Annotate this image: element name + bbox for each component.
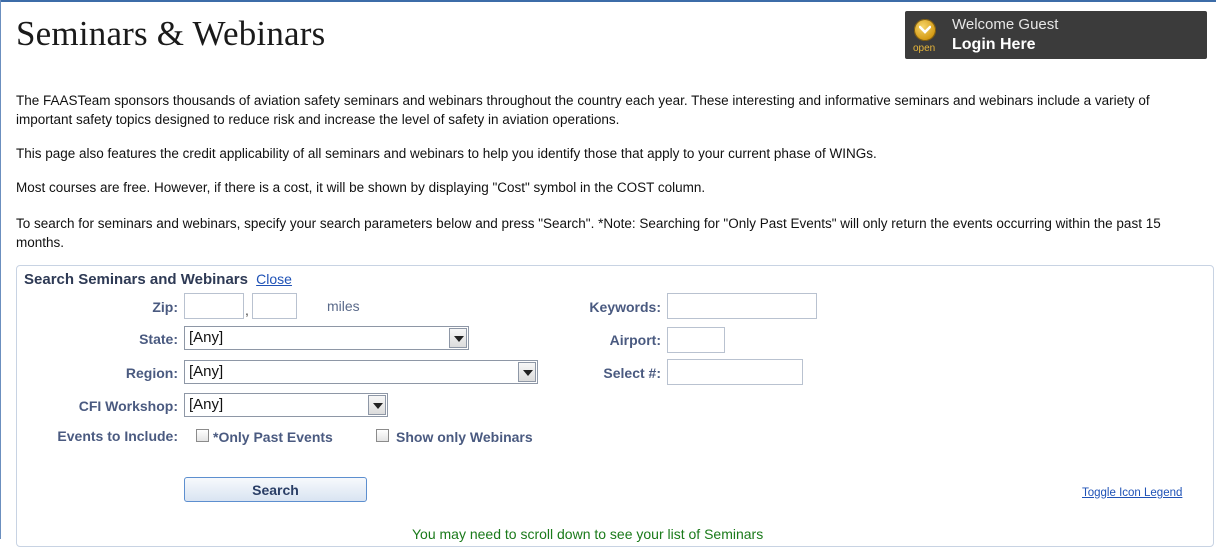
miles-label: miles (327, 298, 360, 314)
region-label: Region: (125, 365, 178, 381)
left-border (0, 0, 1, 539)
search-panel-heading: Search Seminars and Webinars (24, 271, 248, 288)
state-select-value: [Any] (189, 329, 224, 346)
miles-input[interactable] (252, 293, 297, 319)
show-only-webinars-label[interactable]: Show only Webinars (396, 429, 533, 445)
scroll-note: You may need to scroll down to see your … (412, 526, 764, 542)
chevron-down-icon[interactable] (518, 362, 536, 382)
airport-input[interactable] (667, 327, 725, 353)
cfi-workshop-select[interactable]: [Any] (184, 393, 388, 417)
cfi-workshop-select-value: [Any] (189, 396, 224, 413)
cfi-workshop-label: CFI Workshop: (78, 398, 178, 414)
zip-comma: , (245, 302, 249, 318)
only-past-events-label[interactable]: *Only Past Events (213, 429, 333, 445)
show-only-webinars-checkbox[interactable] (376, 429, 389, 442)
select-number-label: Select #: (603, 365, 661, 381)
state-label: State: (139, 331, 178, 347)
intro-paragraph-4: To search for seminars and webinars, spe… (16, 216, 1161, 250)
login-panel[interactable]: open Welcome Guest Login Here (905, 11, 1207, 59)
search-button[interactable]: Search (184, 477, 367, 502)
welcome-text: Welcome Guest (952, 16, 1059, 33)
state-select[interactable]: [Any] (184, 326, 469, 350)
intro-paragraph-2: This page also features the credit appli… (16, 146, 877, 161)
chevron-down-icon[interactable] (368, 395, 386, 415)
toggle-icon-legend-link[interactable]: Toggle Icon Legend (1082, 487, 1182, 499)
keywords-label: Keywords: (589, 299, 661, 315)
page-title: Seminars & Webinars (16, 14, 326, 53)
keywords-input[interactable] (667, 293, 817, 319)
region-select[interactable]: [Any] (184, 360, 538, 384)
events-to-include-label: Events to Include: (57, 428, 178, 444)
zip-label: Zip: (152, 299, 178, 315)
chevron-down-icon[interactable] (449, 328, 467, 348)
intro-paragraph-3: Most courses are free. However, if there… (16, 180, 706, 195)
select-number-input[interactable] (667, 359, 803, 385)
open-chevron-icon[interactable] (914, 19, 936, 41)
login-link[interactable]: Login Here (952, 36, 1036, 54)
intro-paragraph-1: The FAASTeam sponsors thousands of aviat… (16, 93, 1150, 127)
login-icon-caption: open (913, 43, 936, 54)
zip-input[interactable] (184, 293, 244, 319)
only-past-events-checkbox[interactable] (196, 429, 209, 442)
search-panel-title: Search Seminars and Webinars Close (24, 271, 292, 288)
close-link[interactable]: Close (256, 271, 292, 287)
region-select-value: [Any] (189, 363, 224, 380)
airport-label: Airport: (609, 332, 661, 348)
top-border (0, 0, 1216, 2)
